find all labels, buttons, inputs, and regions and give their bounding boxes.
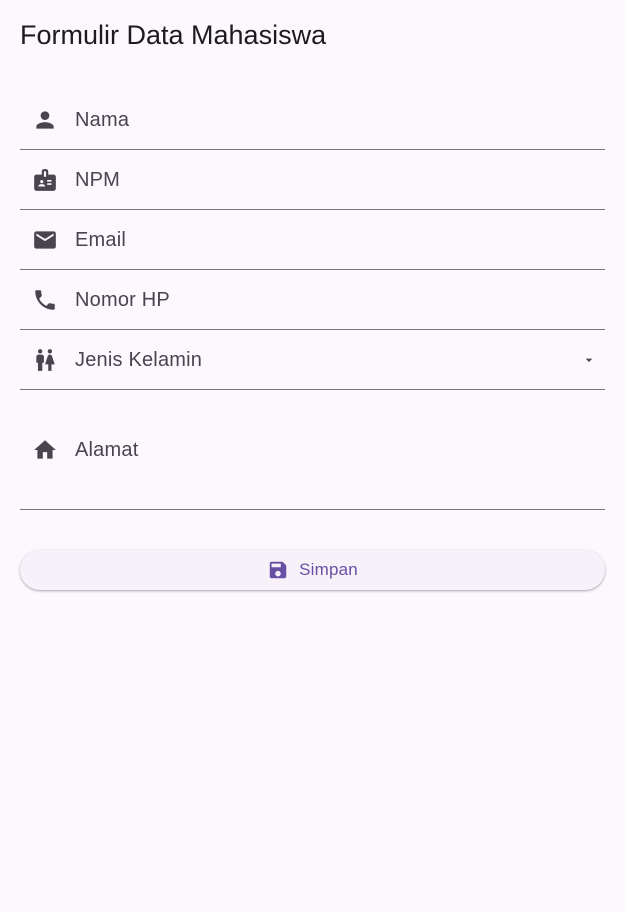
address-field[interactable]: Alamat xyxy=(20,390,605,510)
npm-field-label: NPM xyxy=(75,169,121,191)
wc-icon xyxy=(32,347,58,373)
dropdown-arrow-icon[interactable] xyxy=(581,352,597,368)
phone-icon xyxy=(32,287,58,313)
badge-icon xyxy=(32,167,58,193)
form-screen: Formulir Data Mahasiswa Nama NPM Email N… xyxy=(0,0,625,912)
email-icon xyxy=(32,227,58,253)
person-icon xyxy=(32,107,58,133)
gender-dropdown-label: Jenis Kelamin xyxy=(75,349,203,371)
address-field-label: Alamat xyxy=(75,439,139,461)
home-icon xyxy=(32,437,58,463)
save-icon xyxy=(267,559,289,581)
email-field[interactable]: Email xyxy=(20,210,605,270)
save-button-label: Simpan xyxy=(299,560,358,579)
name-field-label: Nama xyxy=(75,109,130,131)
name-field[interactable]: Nama xyxy=(20,90,605,150)
page-title: Formulir Data Mahasiswa xyxy=(20,20,327,50)
phone-field-label: Nomor HP xyxy=(75,289,170,311)
phone-field[interactable]: Nomor HP xyxy=(20,270,605,330)
npm-field[interactable]: NPM xyxy=(20,150,605,210)
save-button[interactable]: Simpan xyxy=(20,550,605,590)
gender-dropdown[interactable]: Jenis Kelamin xyxy=(20,330,605,390)
email-field-label: Email xyxy=(75,229,127,251)
